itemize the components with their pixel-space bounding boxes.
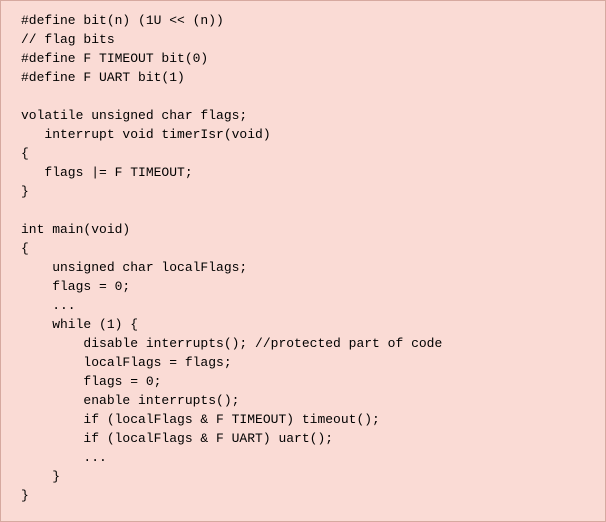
code-block: #define bit(n) (1U << (n)) // flag bits … <box>0 0 606 522</box>
